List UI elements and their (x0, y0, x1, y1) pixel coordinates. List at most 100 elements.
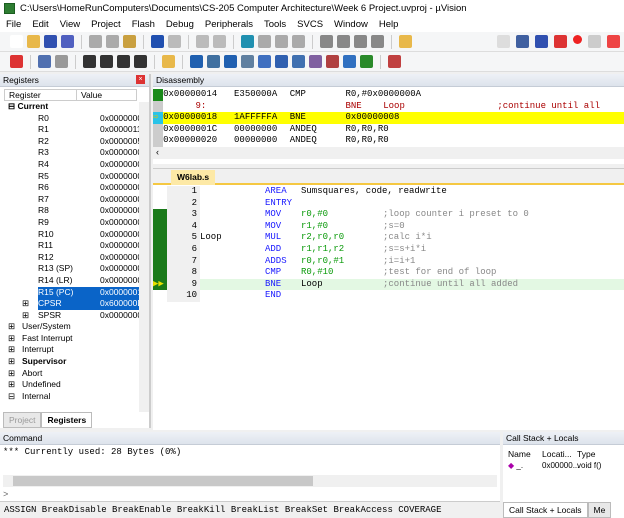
toolbar-button-icon[interactable] (535, 35, 548, 48)
code-line[interactable]: 1 AREA Sumsquares, code, readwrite (153, 186, 624, 198)
register-row[interactable]: R12 0x00000000 (38, 252, 149, 264)
expand-icon[interactable]: ⊞ (22, 298, 38, 310)
register-row[interactable]: R14 (LR) 0x00000000 (38, 275, 149, 287)
toolbar-button-icon[interactable] (207, 55, 220, 68)
register-row[interactable]: R9 0x00000000 (38, 217, 149, 229)
toolbar-button-icon[interactable] (326, 55, 339, 68)
toolbar-button-icon[interactable] (123, 35, 136, 48)
register-row[interactable]: ⊞ SPSR 0x00000000 (22, 310, 149, 322)
toolbar-button-icon[interactable] (10, 35, 23, 48)
tab-memory[interactable]: Me (587, 502, 612, 518)
toolbar-button-icon[interactable] (554, 35, 567, 48)
register-group[interactable]: ⊞ User/System (8, 321, 149, 333)
column-type[interactable]: Type (577, 449, 595, 459)
menu-peripherals[interactable]: Peripherals (205, 19, 253, 30)
register-group[interactable]: ⊞ Undefined (8, 379, 149, 391)
toolbar-button-icon[interactable] (241, 55, 254, 68)
toolbar-button-icon[interactable] (100, 55, 113, 68)
menu-svcs[interactable]: SVCS (297, 19, 323, 30)
code-line[interactable]: 8 CMP R0,#10 ;test for end of loop (153, 267, 624, 279)
tab-registers[interactable]: Registers (41, 412, 93, 428)
toolbar-button-icon[interactable] (320, 35, 333, 48)
register-group[interactable]: ⊞ Abort (8, 368, 149, 380)
menu-view[interactable]: View (60, 19, 80, 30)
register-row[interactable]: ⊞ CPSR 0x600000D3 (22, 298, 149, 310)
menu-file[interactable]: File (6, 19, 21, 30)
toolbar-button-icon[interactable] (44, 35, 57, 48)
toolbar-button-icon[interactable] (134, 55, 147, 68)
toolbar-button-icon[interactable] (573, 35, 582, 44)
code-line[interactable]: ▶▶ 9 BNE Loop ;continue until all added (153, 278, 624, 291)
disassembly-row[interactable]: ⇨ 0x00000018 1AFFFFFA BNE 0x00000008 (153, 112, 624, 124)
toolbar-button-icon[interactable] (10, 55, 23, 68)
menu-project[interactable]: Project (91, 19, 121, 30)
register-row[interactable]: R10 0x00000000 (38, 229, 149, 241)
menu-flash[interactable]: Flash (132, 19, 155, 30)
toolbar-button-icon[interactable] (168, 35, 181, 48)
toolbar-button-icon[interactable] (588, 35, 601, 48)
toolbar-button-icon[interactable] (275, 55, 288, 68)
disassembly-row[interactable]: 0x00000014 E350000A CMP R0,#0x0000000A (153, 89, 624, 101)
toolbar-button-icon[interactable] (371, 35, 384, 48)
code-line[interactable]: 4 MOV r1,#0 ;s=0 (153, 220, 624, 233)
expand-icon[interactable]: ⊟ (8, 391, 22, 403)
menu-debug[interactable]: Debug (166, 19, 194, 30)
register-row[interactable]: R11 0x00000000 (38, 240, 149, 252)
command-input[interactable]: > (0, 487, 500, 501)
toolbar-button-icon[interactable] (151, 35, 164, 48)
toolbar-button-icon[interactable] (607, 35, 620, 48)
expand-icon[interactable]: ⊞ (8, 321, 22, 333)
tab-project[interactable]: Project (3, 412, 42, 428)
toolbar-button-icon[interactable] (275, 35, 288, 48)
column-location[interactable]: Locati... (542, 449, 577, 459)
menu-tools[interactable]: Tools (264, 19, 286, 30)
register-row[interactable]: R2 0x00000051 (38, 136, 149, 148)
register-group[interactable]: ⊟ Internal (8, 391, 149, 403)
toolbar-button-icon[interactable] (343, 55, 356, 68)
disassembly-row[interactable]: 0x0000001C 00000000 ANDEQ R0,R0,R0 (153, 123, 624, 136)
menu-help[interactable]: Help (379, 19, 399, 30)
toolbar-button-icon[interactable] (55, 55, 68, 68)
menu-window[interactable]: Window (334, 19, 368, 30)
toolbar-button-icon[interactable] (309, 55, 322, 68)
code-line[interactable]: 10 END (153, 290, 624, 302)
toolbar-button-icon[interactable] (117, 55, 130, 68)
code-line[interactable]: 2 ENTRY (153, 197, 624, 210)
code-line[interactable]: 5 Loop MUL r2,r0,r0 ;calc i*i (153, 232, 624, 244)
toolbar-button-icon[interactable] (89, 35, 102, 48)
disassembly-row[interactable]: 0x00000020 00000000 ANDEQ R0,R0,R0 (153, 135, 624, 147)
register-row[interactable]: R5 0x00000000 (38, 171, 149, 183)
toolbar-button-icon[interactable] (83, 55, 96, 68)
toolbar-button-icon[interactable] (399, 35, 412, 48)
registers-scrollbar[interactable] (139, 102, 149, 412)
menu-edit[interactable]: Edit (32, 19, 48, 30)
callstack-row[interactable]: ◆ _. 0x00000... void f() (503, 461, 624, 470)
code-line[interactable]: 3 MOV r0,#0 ;loop counter i preset to 0 (153, 209, 624, 221)
register-row[interactable]: R1 0x0000011D (38, 124, 149, 136)
toolbar-button-icon[interactable] (241, 35, 254, 48)
register-row[interactable]: R0 0x0000000A (38, 113, 149, 125)
expand-icon[interactable]: ⊞ (8, 333, 22, 345)
toolbar-button-icon[interactable] (196, 35, 209, 48)
toolbar-button-icon[interactable] (27, 35, 40, 48)
register-row[interactable]: R4 0x00000000 (38, 159, 149, 171)
register-row[interactable]: R7 0x00000000 (38, 194, 149, 206)
expand-icon[interactable]: ⊞ (8, 344, 22, 356)
expand-icon[interactable]: ⊞ (8, 368, 22, 380)
tree-current[interactable]: ⊟ Current (0, 101, 149, 113)
tab-w6lab[interactable]: W6lab.s (171, 170, 216, 185)
toolbar-button-icon[interactable] (61, 35, 74, 48)
toolbar-button-icon[interactable] (162, 55, 175, 68)
toolbar-button-icon[interactable] (106, 35, 119, 48)
toolbar-button-icon[interactable] (337, 35, 350, 48)
register-row[interactable]: R3 0x00000000 (38, 147, 149, 159)
toolbar-button-icon[interactable] (258, 55, 271, 68)
toolbar-button-icon[interactable] (213, 35, 226, 48)
toolbar-button-icon[interactable] (190, 55, 203, 68)
close-icon[interactable]: × (136, 75, 145, 84)
register-row[interactable]: R15 (PC) 0x00000018 (38, 286, 149, 299)
disassembly-hscroll[interactable]: ‹ (153, 146, 624, 159)
register-row[interactable]: R6 0x00000000 (38, 182, 149, 194)
toolbar-button-icon[interactable] (292, 35, 305, 48)
column-value[interactable]: Value (77, 90, 102, 100)
